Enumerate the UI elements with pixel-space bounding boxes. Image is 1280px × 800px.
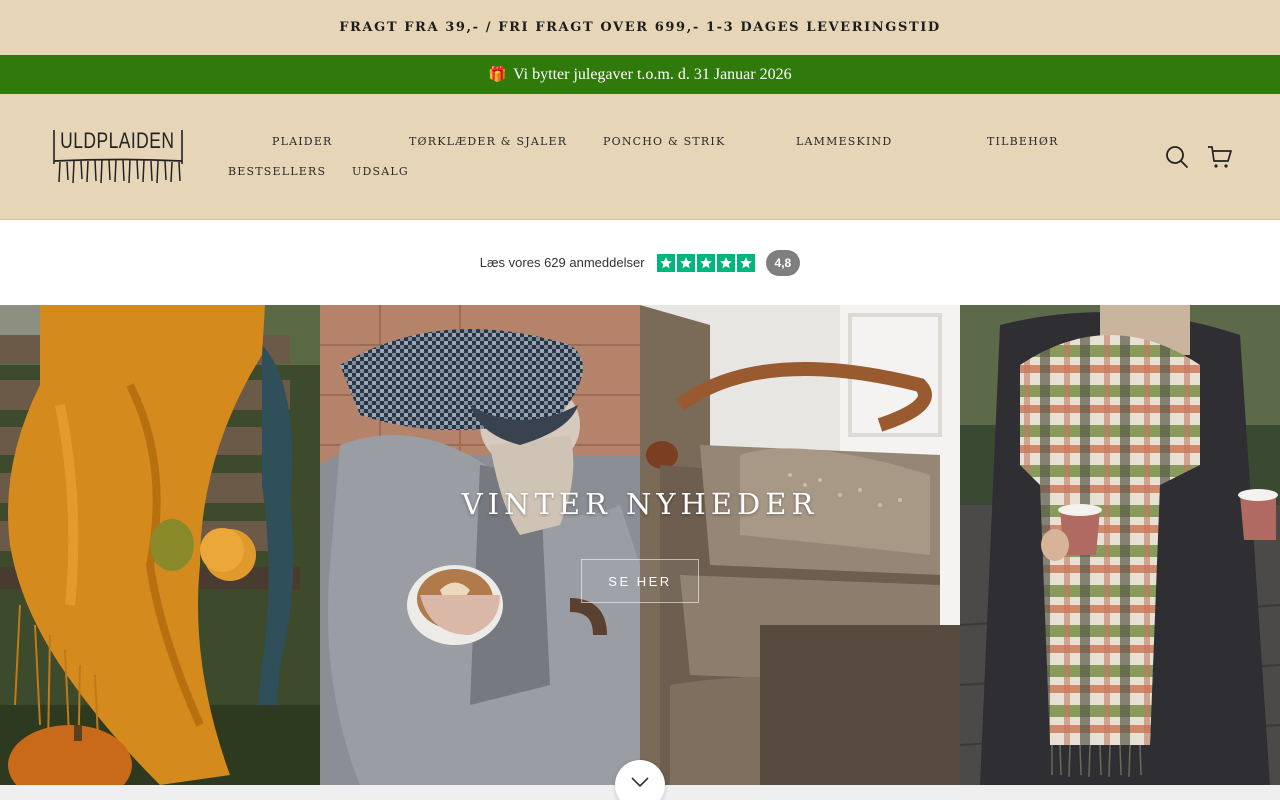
star-icon [736,253,755,272]
hero-image-brown-blankets [640,305,960,785]
trustpilot-stars [656,253,755,272]
nav-item-tilbehor[interactable]: TILBEHØR [987,135,1059,148]
cart-icon[interactable] [1207,144,1233,170]
logo-text: ULDPLAIDEN [60,129,174,153]
hero-title: VINTER NYHEDER [461,487,819,521]
promo-announcement-bar: 🎁 Vi bytter julegaver t.o.m. d. 31 Janua… [0,55,1280,94]
shipping-announcement-bar: FRAGT FRA 39,- / FRI FRAGT OVER 699,- 1-… [0,0,1280,55]
hero-banner: VINTER NYHEDER SE HER [0,305,1280,785]
search-icon[interactable] [1164,144,1190,170]
shipping-text: FRAGT FRA 39,- / FRI FRAGT OVER 699,- 1-… [339,20,941,35]
site-header: ULDPLAIDEN PLAIDER TØRKLÆDER & SJALER PO… [0,94,1280,220]
hero-image-woman-coffee [320,305,640,785]
star-icon [716,253,735,272]
see-here-button[interactable]: SE HER [581,559,699,603]
rating-badge: 4,8 [765,249,801,276]
logo[interactable]: ULDPLAIDEN [52,124,184,188]
star-icon [656,253,675,272]
promo-text: Vi bytter julegaver t.o.m. d. 31 Januar … [513,65,792,83]
star-icon [676,253,695,272]
reviews-text: Læs vores 629 anmeddelser [479,255,645,270]
nav-item-udsalg[interactable]: UDSALG [352,165,409,178]
hero-image-blanket-bench [0,305,320,785]
nav-item-poncho-strik[interactable]: PONCHO & STRIK [603,135,725,148]
trustpilot-reviews[interactable]: Læs vores 629 anmeddelser 4,8 [0,220,1280,305]
star-icon [696,253,715,272]
nav-item-lammeskind[interactable]: LAMMESKIND [796,135,892,148]
gift-icon: 🎁 [488,67,508,83]
hero-image-plaid-scarf [960,305,1280,785]
chevron-down-icon [631,777,649,788]
nav-item-bestsellers[interactable]: BESTSELLERS [228,165,326,178]
nav-item-torklaeder-sjaler[interactable]: TØRKLÆDER & SJALER [409,135,567,148]
nav-item-plaider[interactable]: PLAIDER [272,135,333,148]
